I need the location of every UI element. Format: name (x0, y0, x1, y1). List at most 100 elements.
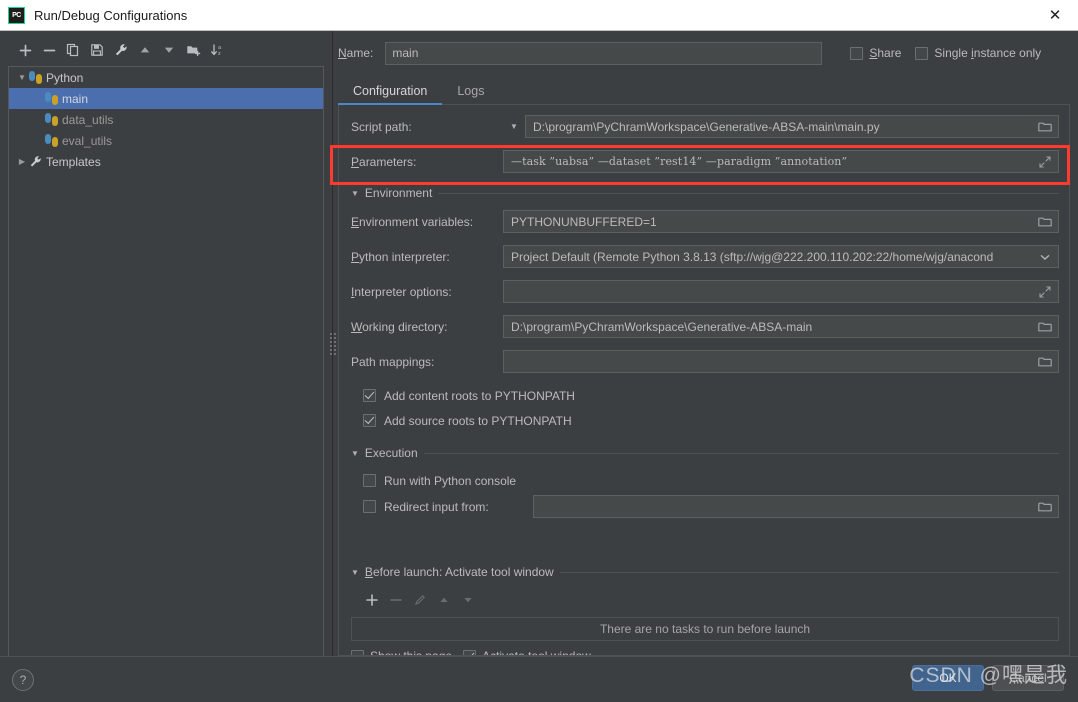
collapse-arrow-icon[interactable]: ▶ (15, 157, 29, 166)
ok-button[interactable]: OK (912, 665, 984, 691)
path-mappings-field[interactable] (503, 350, 1059, 373)
redirect-input-field[interactable] (533, 495, 1059, 518)
single-instance-label: Single instance only (934, 46, 1041, 60)
browse-folder-icon[interactable] (1036, 352, 1054, 371)
redirect-input-label: Redirect input from: (384, 500, 525, 514)
tree-group-templates[interactable]: ▶ Templates (9, 151, 323, 172)
wrench-icon[interactable] (110, 39, 132, 61)
wrench-icon (29, 155, 42, 168)
script-path-field[interactable]: D:\program\PyChramWorkspace\Generative-A… (525, 115, 1059, 138)
python-icon (45, 134, 58, 147)
new-folder-icon[interactable] (182, 39, 204, 61)
env-variables-label: Environment variables: (351, 215, 503, 229)
share-checkbox[interactable]: Share (850, 46, 901, 60)
configurations-panel: az ▼ Python ▼ main ▼ data_utils (0, 31, 328, 656)
interpreter-options-field[interactable] (503, 280, 1059, 303)
run-with-python-console-checkbox[interactable]: Run with Python console (363, 470, 1059, 491)
python-icon (45, 113, 58, 126)
configurations-tree[interactable]: ▼ Python ▼ main ▼ data_utils ▼ eval_ (8, 66, 324, 656)
tab-configuration[interactable]: Configuration (338, 80, 442, 104)
working-directory-field[interactable]: D:\program\PyChramWorkspace\Generative-A… (503, 315, 1059, 338)
python-interpreter-value: Project Default (Remote Python 3.8.13 (s… (511, 250, 1036, 264)
move-task-up-button (435, 591, 453, 609)
before-launch-task-list[interactable]: There are no tasks to run before launch (351, 617, 1059, 641)
sort-az-icon[interactable]: az (206, 39, 228, 61)
configurations-toolbar: az (8, 37, 324, 63)
single-instance-checkbox-box[interactable] (915, 47, 928, 60)
tab-logs[interactable]: Logs (442, 80, 499, 104)
run-with-python-console-checkbox-box[interactable] (363, 474, 376, 487)
before-launch-section-title: Before launch: Activate tool window (365, 565, 554, 579)
close-icon[interactable]: ✕ (1032, 0, 1078, 30)
chevron-down-icon[interactable]: ▼ (351, 449, 359, 458)
execution-section-header[interactable]: ▼ Execution (351, 445, 1059, 461)
environment-section-header[interactable]: ▼ Environment (351, 185, 1059, 201)
move-up-button[interactable] (134, 39, 156, 61)
help-button[interactable]: ? (12, 669, 34, 691)
python-icon (45, 92, 58, 105)
script-path-dropdown-icon[interactable]: ▼ (503, 122, 525, 131)
single-instance-checkbox[interactable]: Single instance only (915, 46, 1041, 60)
copy-configuration-button[interactable] (62, 39, 84, 61)
section-divider (560, 572, 1059, 573)
add-source-roots-checkbox[interactable]: Add source roots to PYTHONPATH (363, 410, 1059, 431)
working-directory-row: Working directory: D:\program\PyChramWor… (351, 315, 1059, 338)
activate-tool-window-checkbox[interactable]: Activate tool window (463, 649, 591, 656)
pycharm-logo-text: PC (12, 12, 21, 19)
browse-folder-icon[interactable] (1036, 317, 1054, 336)
browse-folder-icon[interactable] (1036, 117, 1054, 136)
sidebar-item-data-utils[interactable]: ▼ data_utils (9, 109, 323, 130)
sidebar-item-eval-utils[interactable]: ▼ eval_utils (9, 130, 323, 151)
working-directory-label: Working directory: (351, 320, 503, 334)
expand-editor-icon[interactable] (1036, 282, 1054, 301)
python-interpreter-select[interactable]: Project Default (Remote Python 3.8.13 (s… (503, 245, 1059, 268)
remove-configuration-button[interactable] (38, 39, 60, 61)
python-icon (29, 71, 42, 84)
redirect-input-checkbox-box[interactable] (363, 500, 376, 513)
add-task-button[interactable] (363, 591, 381, 609)
move-down-button[interactable] (158, 39, 180, 61)
chevron-down-icon[interactable]: ▼ (351, 568, 359, 577)
name-label: Name: (338, 46, 373, 60)
chevron-down-icon[interactable]: ▼ (351, 189, 359, 198)
run-with-python-console-label: Run with Python console (384, 474, 516, 488)
add-content-roots-checkbox[interactable]: Add content roots to PYTHONPATH (363, 385, 1059, 406)
chevron-down-icon[interactable] (1036, 247, 1054, 266)
parameters-field[interactable]: —task ”uabsa” —dataset ”rest14” —paradig… (503, 150, 1059, 173)
browse-folder-icon[interactable] (1036, 212, 1054, 231)
activate-tool-window-label: Activate tool window (482, 649, 591, 656)
pycharm-logo-icon: PC (8, 7, 25, 24)
expand-arrow-icon[interactable]: ▼ (15, 73, 29, 82)
title-bar: PC Run/Debug Configurations ✕ (0, 0, 1078, 31)
splitter-handle[interactable] (330, 333, 336, 355)
section-divider (424, 453, 1059, 454)
interpreter-options-label: Interpreter options: (351, 285, 503, 299)
edit-task-icon (411, 591, 429, 609)
show-this-page-checkbox[interactable]: Show this page (351, 649, 452, 656)
expand-editor-icon[interactable] (1036, 152, 1054, 171)
panel-splitter[interactable] (328, 31, 338, 656)
before-launch-section: ▼ Before launch: Activate tool window (351, 564, 1059, 656)
before-launch-options: Show this page Activate tool window (351, 649, 1059, 656)
script-path-value: D:\program\PyChramWorkspace\Generative-A… (533, 120, 1036, 134)
env-variables-field[interactable]: PYTHONUNBUFFERED=1 (503, 210, 1059, 233)
no-tasks-text: There are no tasks to run before launch (600, 622, 810, 636)
execution-section-title: Execution (365, 446, 418, 460)
name-input[interactable] (385, 42, 822, 65)
sidebar-item-main[interactable]: ▼ main (9, 88, 323, 109)
share-checkbox-box[interactable] (850, 47, 863, 60)
interpreter-options-row: Interpreter options: (351, 280, 1059, 303)
add-configuration-button[interactable] (14, 39, 36, 61)
header-checkbox-group: Share Single instance only (850, 46, 1041, 60)
tree-group-python[interactable]: ▼ Python (9, 67, 323, 88)
add-content-roots-checkbox-box[interactable] (363, 389, 376, 402)
configuration-form: Script path: ▼ D:\program\PyChramWorkspa… (338, 105, 1070, 656)
save-configuration-button[interactable] (86, 39, 108, 61)
browse-folder-icon[interactable] (1036, 497, 1054, 516)
move-task-down-button (459, 591, 477, 609)
add-source-roots-checkbox-box[interactable] (363, 414, 376, 427)
environment-section-title: Environment (365, 186, 432, 200)
before-launch-section-header[interactable]: ▼ Before launch: Activate tool window (351, 564, 1059, 580)
cancel-button[interactable]: Cancel (992, 665, 1064, 691)
editor-tabs: Configuration Logs (338, 78, 1070, 105)
